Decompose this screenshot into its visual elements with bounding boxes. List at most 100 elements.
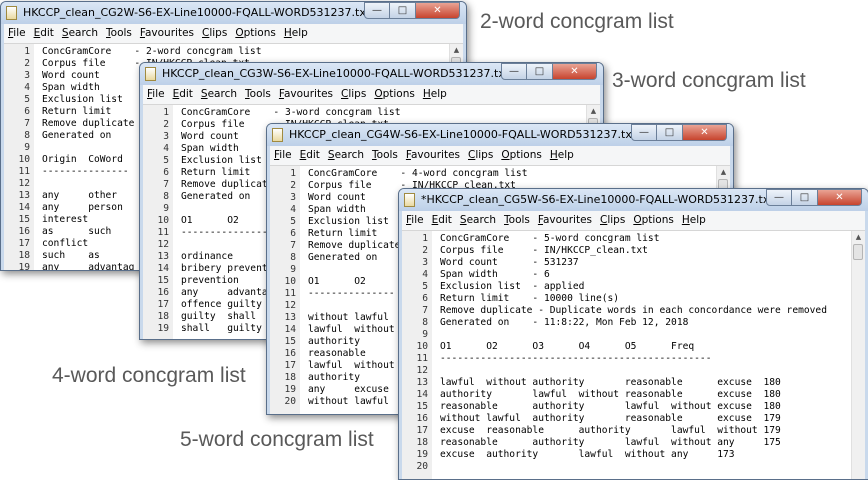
line-number: 13 (416, 377, 428, 388)
menu-edit[interactable]: Edit (296, 146, 324, 165)
line-number: 5 (163, 155, 169, 166)
line-text: Remove duplicate - Duplicate words in ea… (440, 305, 827, 316)
menu-tools[interactable]: Tools (368, 146, 402, 165)
title-bar[interactable]: HKCCP_clean_CG3W-S6-EX-Line10000-FQALL-W… (140, 63, 603, 85)
close-button[interactable]: ✕ (553, 63, 597, 80)
line-text: Span width (181, 143, 239, 154)
menu-search[interactable]: Search (58, 24, 102, 43)
line-number: 4 (163, 143, 169, 154)
line-number: 8 (24, 130, 30, 141)
line-text: such as (42, 250, 100, 261)
menu-search[interactable]: Search (456, 211, 500, 230)
text-line: 2 Corpus file - IN/HKCCP_clean.txt (402, 245, 827, 257)
menu-bar: File Edit Search Tools Favourites Clips Option… (270, 146, 730, 166)
line-text: excuse authority lawful without any 173 (440, 449, 735, 460)
menu-help[interactable]: Help (678, 211, 710, 230)
line-text: Origin CoWord (42, 154, 123, 165)
line-number: 16 (284, 348, 296, 359)
menu-help[interactable]: Help (280, 24, 312, 43)
caption-3-word: 3-word concgram list (612, 69, 806, 92)
scroll-up-arrow[interactable]: ▲ (718, 167, 729, 178)
line-text: authority (308, 372, 360, 383)
menu-options[interactable]: Options (629, 211, 678, 230)
text-line: 1 ConcGramCore - 5-word concgram list (402, 233, 827, 245)
close-button[interactable]: ✕ (818, 189, 862, 206)
text-line: 6 Return limit - 10000 line(s) (402, 293, 827, 305)
menu-search[interactable]: Search (197, 85, 241, 104)
menu-file[interactable]: File (4, 24, 30, 43)
maximize-button[interactable]: □ (390, 2, 416, 19)
menu-tools[interactable]: Tools (500, 211, 534, 230)
line-number: 3 (24, 70, 30, 81)
line-number: 18 (284, 372, 296, 383)
menu-favourites[interactable]: Favourites (534, 211, 596, 230)
text-line: 20 (402, 461, 827, 473)
line-number: 5 (290, 216, 296, 227)
minimize-button[interactable]: — (364, 2, 390, 19)
maximize-button[interactable]: □ (792, 189, 818, 206)
text-line: 13 lawful without authority reasonable ex… (402, 377, 827, 389)
line-number: 1 (163, 107, 169, 118)
line-text: Exclusion list (42, 94, 123, 105)
menu-help[interactable]: Help (546, 146, 578, 165)
menu-options[interactable]: Options (370, 85, 419, 104)
menu-edit[interactable]: Edit (428, 211, 456, 230)
menu-clips[interactable]: Clips (198, 24, 231, 43)
text-lines: 1 ConcGramCore - 5-word concgram list 2 Cor… (402, 233, 827, 473)
line-number: 10 (18, 154, 30, 165)
scroll-thumb[interactable] (853, 244, 863, 260)
notepad-window-5-word[interactable]: *HKCCP_clean_CG5W-S6-EX-Line10000-FQALL-… (398, 188, 868, 480)
menu-tools[interactable]: Tools (241, 85, 275, 104)
line-number: 3 (290, 192, 296, 203)
text-line: 4 Span width - 6 (402, 269, 827, 281)
maximize-button[interactable]: □ (657, 124, 683, 141)
minimize-button[interactable]: — (501, 63, 527, 80)
menu-file[interactable]: File (402, 211, 428, 230)
menu-clips[interactable]: Clips (464, 146, 497, 165)
menu-favourites[interactable]: Favourites (275, 85, 337, 104)
menu-tools[interactable]: Tools (102, 24, 136, 43)
line-text: ConcGramCore - 5-word concgram list (440, 233, 660, 244)
notepad-app-icon (145, 67, 156, 81)
close-button[interactable]: ✕ (683, 124, 727, 141)
line-number: 17 (284, 360, 296, 371)
text-editor[interactable]: 1 ConcGramCore - 5-word concgram list 2 Cor… (402, 231, 865, 479)
close-button[interactable]: ✕ (416, 2, 460, 19)
title-bar[interactable]: *HKCCP_clean_CG5W-S6-EX-Line10000-FQALL-… (399, 189, 868, 211)
menu-options[interactable]: Options (231, 24, 280, 43)
maximize-button[interactable]: □ (527, 63, 553, 80)
menu-favourites[interactable]: Favourites (136, 24, 198, 43)
title-bar[interactable]: HKCCP_clean_CG4W-S6-EX-Line10000-FQALL-W… (267, 124, 733, 146)
line-text: any advantag (181, 287, 274, 298)
line-number: 12 (18, 178, 30, 189)
text-line: 1 ConcGramCore - 2-word concgram list (4, 46, 261, 58)
line-number: 2 (163, 119, 169, 130)
scroll-up-arrow[interactable]: ▲ (451, 45, 462, 56)
line-number: 15 (284, 336, 296, 347)
line-number: 19 (284, 384, 296, 395)
line-text: Exclusion list (308, 216, 389, 227)
line-text: --------------- (181, 227, 268, 238)
vertical-scrollbar[interactable]: ▲ (851, 231, 865, 479)
menu-help[interactable]: Help (419, 85, 451, 104)
menu-edit[interactable]: Edit (30, 24, 58, 43)
line-number: 6 (163, 167, 169, 178)
minimize-button[interactable]: — (766, 189, 792, 206)
menu-search[interactable]: Search (324, 146, 368, 165)
menu-clips[interactable]: Clips (337, 85, 370, 104)
scroll-up-arrow[interactable]: ▲ (853, 232, 864, 243)
menu-options[interactable]: Options (497, 146, 546, 165)
title-bar[interactable]: HKCCP_clean_CG2W-S6-EX-Line10000-FQALL-W… (1, 2, 466, 24)
menu-file[interactable]: File (270, 146, 296, 165)
line-text: excuse reasonable authority lawful witho… (440, 425, 781, 436)
minimize-button[interactable]: — (631, 124, 657, 141)
menu-clips[interactable]: Clips (596, 211, 629, 230)
menu-file[interactable]: File (143, 85, 169, 104)
line-number: 20 (284, 396, 296, 407)
scroll-up-arrow[interactable]: ▲ (588, 106, 599, 117)
line-number: 13 (284, 312, 296, 323)
line-text: lawful without (308, 324, 395, 335)
text-line: 11 --------------------------------------… (402, 353, 827, 365)
menu-edit[interactable]: Edit (169, 85, 197, 104)
menu-favourites[interactable]: Favourites (402, 146, 464, 165)
